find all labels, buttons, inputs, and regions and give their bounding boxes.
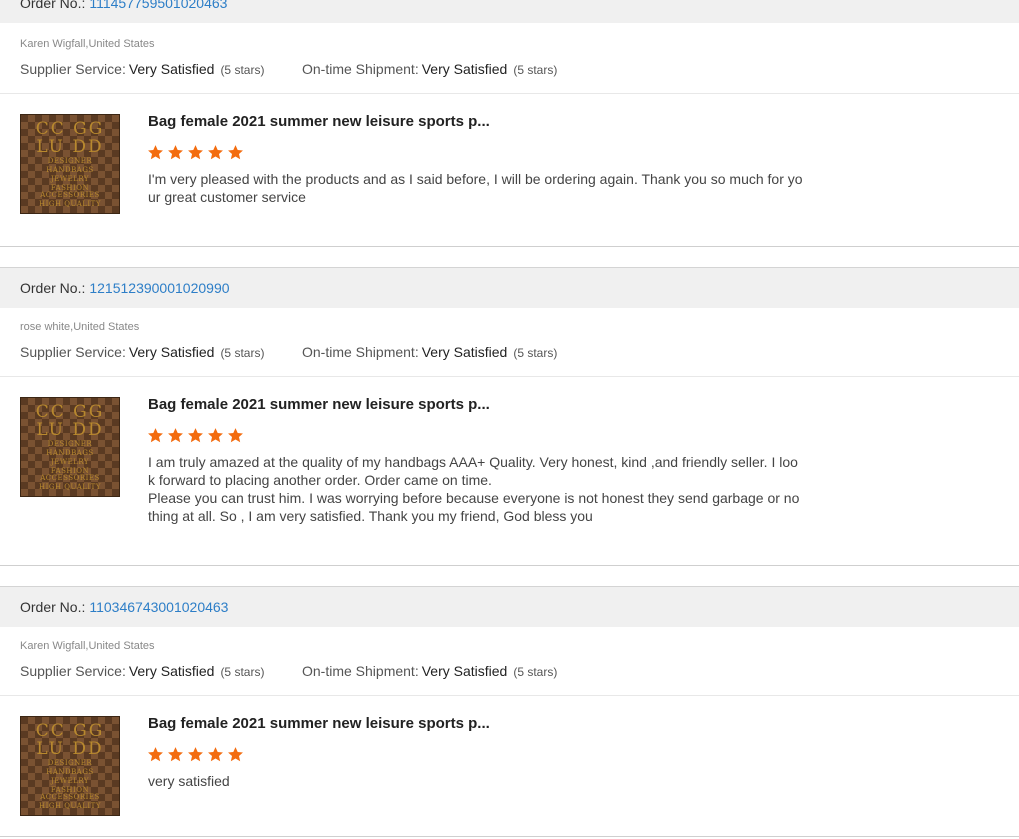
supplier-label: Supplier Service:: [20, 663, 126, 679]
order-number-link[interactable]: 111457759501020463: [89, 0, 227, 11]
product-thumbnail[interactable]: CC GG LU DD DESIGNER HANDBAGS JEWELRY FA…: [20, 114, 120, 214]
star-icon: [148, 145, 163, 160]
shipment-label: On-time Shipment:: [302, 61, 419, 77]
star-icon: [188, 428, 203, 443]
product-title-link[interactable]: Bag female 2021 summer new leisure sport…: [148, 396, 490, 413]
order-header: Order No.: 121512390001020990: [0, 267, 1019, 308]
reviews-page: Order No.: 111457759501020463 Karen Wigf…: [0, 0, 1019, 839]
star-icon: [148, 428, 163, 443]
service-ratings: Supplier Service: Very Satisfied (5 stars)…: [20, 61, 557, 77]
product-thumbnail[interactable]: CC GG LU DD DESIGNER HANDBAGS JEWELRY FA…: [20, 397, 120, 497]
supplier-value: Very Satisfied: [128, 663, 215, 679]
star-icon: [208, 428, 223, 443]
star-icon: [168, 145, 183, 160]
shipment-rating: On-time Shipment: Very Satisfied (5 stars): [302, 61, 557, 77]
star-icon: [208, 145, 223, 160]
review-text: very satisfied: [148, 773, 230, 789]
star-icon: [148, 747, 163, 762]
section-border: [0, 246, 1019, 247]
supplier-stars: (5 stars): [220, 63, 265, 77]
product-thumbnail[interactable]: CC GG LU DD DESIGNER HANDBAGS JEWELRY FA…: [20, 716, 120, 816]
order-number-link[interactable]: 121512390001020990: [89, 280, 229, 296]
buyer-name: rose white,United States: [20, 321, 140, 333]
divider: [0, 376, 1019, 377]
shipment-value: Very Satisfied: [421, 344, 508, 360]
supplier-label: Supplier Service:: [20, 61, 126, 77]
service-ratings: Supplier Service: Very Satisfied (5 stars)…: [20, 663, 557, 679]
divider: [0, 695, 1019, 696]
product-title-link[interactable]: Bag female 2021 summer new leisure sport…: [148, 113, 490, 130]
supplier-value: Very Satisfied: [128, 344, 215, 360]
rating-stars: [147, 427, 244, 444]
product-title-link[interactable]: Bag female 2021 summer new leisure sport…: [148, 715, 490, 732]
order-label: Order No.:: [20, 0, 86, 11]
buyer-name: Karen Wigfall,United States: [20, 38, 155, 50]
rating-stars: [147, 144, 244, 161]
shipment-value: Very Satisfied: [421, 663, 508, 679]
buyer-name: Karen Wigfall,United States: [20, 640, 155, 652]
shipment-label: On-time Shipment:: [302, 344, 419, 360]
service-ratings: Supplier Service: Very Satisfied (5 stars)…: [20, 344, 557, 360]
thumb-logo: CC GG LU DD DESIGNER HANDBAGS JEWELRY FA…: [35, 721, 105, 810]
shipment-value: Very Satisfied: [421, 61, 508, 77]
thumb-logo: CC GG LU DD DESIGNER HANDBAGS JEWELRY FA…: [35, 119, 105, 208]
order-label: Order No.:: [20, 599, 86, 615]
supplier-stars: (5 stars): [220, 346, 265, 360]
shipment-stars: (5 stars): [513, 665, 558, 679]
order-label: Order No.:: [20, 280, 86, 296]
order-header: Order No.: 111457759501020463: [0, 0, 1019, 23]
rating-stars: [147, 746, 244, 763]
section-border: [0, 565, 1019, 566]
section-border: [0, 836, 1019, 837]
supplier-value: Very Satisfied: [128, 61, 215, 77]
order-header: Order No.: 110346743001020463: [0, 586, 1019, 627]
thumb-logo: CC GG LU DD DESIGNER HANDBAGS JEWELRY FA…: [35, 402, 105, 491]
star-icon: [188, 747, 203, 762]
order-number-link[interactable]: 110346743001020463: [89, 599, 228, 615]
star-icon: [168, 747, 183, 762]
supplier-stars: (5 stars): [220, 665, 265, 679]
star-icon: [228, 747, 243, 762]
review-text: I'm very pleased with the products and a…: [148, 171, 803, 205]
supplier-label: Supplier Service:: [20, 344, 126, 360]
shipment-stars: (5 stars): [513, 346, 558, 360]
star-icon: [168, 428, 183, 443]
review-text: I am truly amazed at the quality of my h…: [148, 454, 800, 524]
shipment-stars: (5 stars): [513, 63, 558, 77]
star-icon: [228, 428, 243, 443]
shipment-rating: On-time Shipment: Very Satisfied (5 stars): [302, 344, 557, 360]
shipment-rating: On-time Shipment: Very Satisfied (5 stars): [302, 663, 557, 679]
star-icon: [208, 747, 223, 762]
shipment-label: On-time Shipment:: [302, 663, 419, 679]
divider: [0, 93, 1019, 94]
star-icon: [188, 145, 203, 160]
star-icon: [228, 145, 243, 160]
